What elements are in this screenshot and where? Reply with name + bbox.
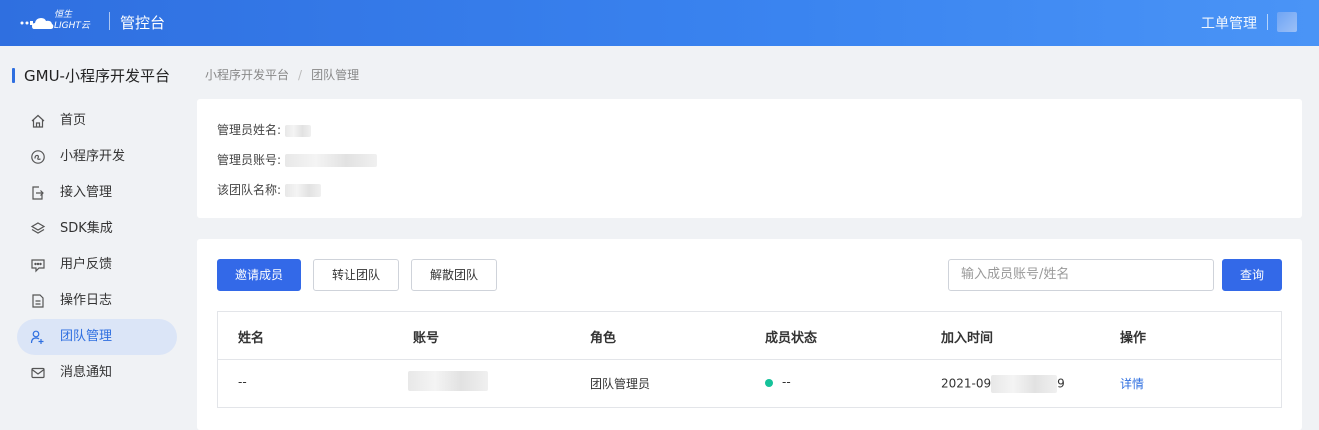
column-header-join-time: 加入时间 — [941, 331, 994, 346]
account-value-redacted — [408, 371, 488, 391]
team-name-label: 该团队名称: — [217, 183, 282, 197]
detail-link[interactable]: 详情 — [1120, 375, 1144, 392]
status-text: -- — [782, 375, 791, 389]
admin-account-value-redacted — [284, 154, 377, 167]
column-header-role: 角色 — [590, 331, 617, 346]
member-search-input[interactable]: 输入成员账号/姓名 — [948, 259, 1214, 291]
admin-name-row: 管理员姓名: — [217, 121, 311, 138]
column-header-account: 账号 — [413, 331, 440, 346]
feedback-icon — [31, 259, 45, 273]
sidebar-item-label: 操作日志 — [60, 293, 113, 308]
cell-account-redacted — [408, 371, 488, 391]
sidebar-item-label: 消息通知 — [60, 365, 113, 380]
sidebar-item-log[interactable]: 操作日志 — [17, 283, 177, 319]
breadcrumb-current: 团队管理 — [311, 68, 360, 82]
join-time-suffix: 9 — [1057, 376, 1065, 391]
logo-text-line1: 恒生 — [54, 10, 73, 20]
home-icon — [31, 114, 45, 128]
team-info-card: 管理员姓名: 管理员账号: 该团队名称: — [197, 99, 1302, 218]
access-icon — [32, 186, 44, 200]
sidebar-item-miniprogram[interactable]: 小程序开发 — [17, 139, 177, 175]
team-icon — [30, 330, 44, 344]
cell-name: -- — [238, 375, 247, 389]
cell-join-time: 2021-09 9 — [941, 375, 1065, 393]
layers-icon — [30, 222, 46, 234]
sidebar-item-label: SDK集成 — [60, 221, 113, 236]
join-time-redacted — [991, 375, 1058, 393]
breadcrumb: 小程序开发平台 / 团队管理 — [205, 66, 359, 83]
admin-name-value-redacted — [284, 124, 311, 137]
column-header-name: 姓名 — [238, 331, 265, 346]
column-header-actions: 操作 — [1120, 331, 1147, 346]
team-name-value-redacted — [284, 184, 321, 197]
miniprogram-icon — [31, 150, 45, 164]
members-table: 姓名 账号 角色 成员状态 加入时间 操作 -- 团队管理员 -- 2021-0… — [217, 311, 1282, 408]
join-time-prefix: 2021-09 — [941, 376, 992, 391]
document-icon — [32, 294, 44, 308]
sidebar: GMU-小程序开发平台 首页 小程序开发 接入管理 SDK集成 用户反馈 操作日… — [0, 46, 189, 430]
cell-role: 团队管理员 — [590, 377, 651, 391]
sidebar-item-label: 首页 — [60, 113, 87, 128]
sidebar-item-sdk[interactable]: SDK集成 — [17, 211, 177, 247]
admin-account-label: 管理员账号: — [217, 153, 282, 167]
sidebar-item-label: 用户反馈 — [60, 257, 113, 272]
dissolve-team-button[interactable]: 解散团队 — [411, 259, 497, 291]
query-button[interactable]: 查询 — [1222, 259, 1282, 291]
sidebar-item-label: 团队管理 — [60, 329, 113, 344]
cell-status: -- — [765, 375, 791, 389]
breadcrumb-separator: / — [298, 68, 303, 82]
transfer-team-button[interactable]: 转让团队 — [313, 259, 399, 291]
breadcrumb-parent[interactable]: 小程序开发平台 — [205, 68, 289, 82]
table-header-divider — [218, 359, 1281, 360]
header-divider-right — [1267, 14, 1268, 30]
mail-icon — [31, 367, 45, 379]
header-divider — [109, 12, 110, 30]
admin-account-row: 管理员账号: — [217, 151, 377, 168]
column-header-status: 成员状态 — [765, 331, 818, 346]
app-title: GMU-小程序开发平台 — [12, 66, 170, 86]
logo-text-line2: LIGHT云 — [54, 21, 90, 31]
sidebar-item-home[interactable]: 首页 — [17, 103, 177, 139]
top-header: 恒生 LIGHT云 管控台 工单管理 — [0, 0, 1319, 46]
console-title[interactable]: 管控台 — [120, 12, 165, 33]
admin-name-label: 管理员姓名: — [217, 123, 282, 137]
team-name-row: 该团队名称: — [217, 181, 321, 198]
sidebar-item-feedback[interactable]: 用户反馈 — [17, 247, 177, 283]
sidebar-item-label: 接入管理 — [60, 185, 113, 200]
sidebar-item-label: 小程序开发 — [60, 149, 126, 164]
sidebar-item-access[interactable]: 接入管理 — [17, 175, 177, 211]
sidebar-item-notifications[interactable]: 消息通知 — [17, 355, 177, 391]
members-card: 邀请成员 转让团队 解散团队 输入成员账号/姓名 查询 姓名 账号 角色 成员状… — [197, 239, 1302, 430]
ticket-management-link[interactable]: 工单管理 — [1201, 13, 1257, 33]
logo-text: 恒生 LIGHT云 — [54, 10, 90, 32]
avatar[interactable] — [1277, 12, 1297, 32]
status-dot — [765, 378, 773, 387]
invite-member-button[interactable]: 邀请成员 — [217, 259, 301, 291]
sidebar-item-team[interactable]: 团队管理 — [17, 319, 177, 355]
